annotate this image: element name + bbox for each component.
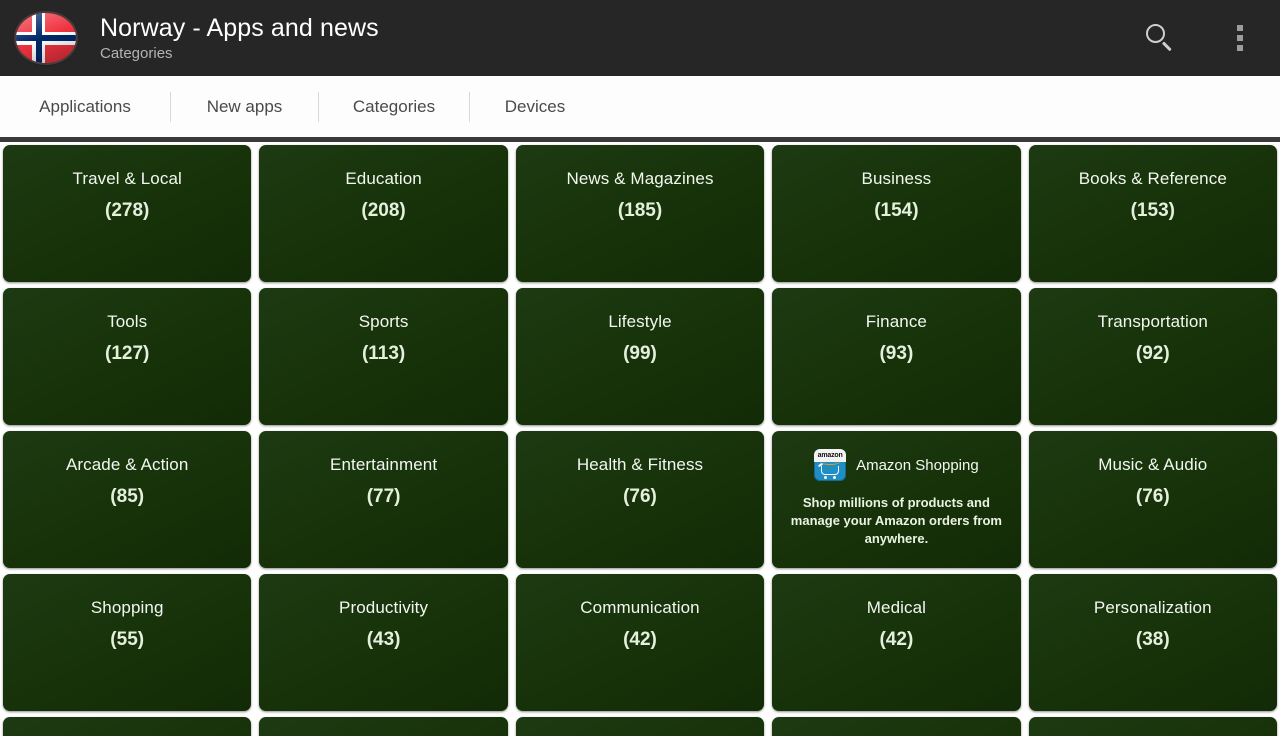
category-tile[interactable]: Music & Audio (76) (1028, 431, 1277, 568)
grid-top-divider (0, 137, 1280, 142)
category-count: (153) (1130, 200, 1175, 221)
header-title-block: Norway - Apps and news Categories (100, 13, 379, 62)
ad-title: Amazon Shopping (856, 456, 979, 474)
amazon-shopping-ad-tile[interactable]: amazon Amazon Shopping Shop millions of … (772, 431, 1021, 568)
tab-applications[interactable]: Applications (0, 76, 170, 137)
category-tile[interactable]: Lifestyle (99) (515, 288, 765, 425)
category-tile[interactable] (1028, 717, 1277, 736)
tab-label: New apps (206, 96, 283, 116)
header-actions (1138, 16, 1280, 60)
category-name: Music & Audio (1098, 455, 1208, 474)
tab-devices[interactable]: Devices (470, 76, 600, 137)
overflow-menu-button[interactable] (1218, 16, 1262, 60)
tab-bar: Applications New apps Categories Devices (0, 76, 1280, 137)
category-tile[interactable]: Communication (42) (515, 574, 765, 711)
category-name: Productivity (339, 598, 429, 617)
page-subtitle: Categories (100, 44, 173, 62)
category-tile[interactable]: Transportation (92) (1028, 288, 1277, 425)
category-name: Personalization (1093, 598, 1212, 617)
tab-label: Devices (504, 96, 566, 116)
category-count: (127) (105, 343, 150, 364)
tab-new-apps[interactable]: New apps (171, 76, 318, 137)
category-count: (92) (1135, 343, 1170, 364)
category-name: Health & Fitness (576, 455, 704, 474)
category-count: (38) (1135, 629, 1170, 650)
tab-categories[interactable]: Categories (319, 76, 469, 137)
category-name: Finance (865, 312, 927, 331)
category-tile[interactable]: Arcade & Action (85) (3, 431, 252, 568)
category-name: Business (861, 169, 932, 188)
category-name: Transportation (1097, 312, 1208, 331)
page-title: Norway - Apps and news (100, 13, 379, 42)
category-name: Tools (107, 312, 148, 331)
category-tile[interactable]: Medical (42) (772, 574, 1021, 711)
category-tile[interactable]: Business (154) (772, 145, 1021, 282)
category-name: Books & Reference (1078, 169, 1227, 188)
category-tile[interactable]: Productivity (43) (259, 574, 508, 711)
category-tile[interactable]: Personalization (38) (1028, 574, 1277, 711)
category-tile-grid: Travel & Local (278) Education (208) New… (0, 143, 1280, 736)
category-tile[interactable] (515, 717, 765, 736)
category-count: (278) (105, 200, 150, 221)
category-count: (55) (110, 629, 145, 650)
amazon-shopping-icon: amazon (814, 449, 847, 481)
category-tile[interactable] (259, 717, 508, 736)
category-count: (76) (1135, 486, 1170, 507)
category-tile[interactable]: Tools (127) (3, 288, 252, 425)
tab-label: Applications (39, 96, 131, 116)
category-tile[interactable]: Finance (93) (772, 288, 1021, 425)
category-count: (208) (361, 200, 406, 221)
category-count: (93) (879, 343, 914, 364)
category-tile[interactable]: Books & Reference (153) (1028, 145, 1277, 282)
category-count: (185) (617, 200, 663, 221)
category-tile[interactable]: Sports (113) (259, 288, 508, 425)
tab-label: Categories (352, 96, 436, 116)
ad-description: Shop millions of products and manage you… (790, 495, 1002, 546)
category-tile[interactable]: Travel & Local (278) (3, 145, 252, 282)
amazon-wordmark: amazon (817, 452, 843, 459)
category-tile[interactable]: News & Magazines (185) (515, 145, 765, 282)
category-name: News & Magazines (566, 169, 714, 188)
search-button[interactable] (1138, 16, 1182, 60)
category-name: Communication (580, 598, 700, 617)
category-count: (85) (110, 486, 145, 507)
category-count: (99) (623, 343, 657, 364)
category-name: Arcade & Action (65, 455, 189, 474)
category-name: Travel & Local (72, 169, 182, 188)
category-count: (42) (879, 629, 914, 650)
norway-flag-icon (16, 13, 76, 63)
ad-header: amazon Amazon Shopping (772, 449, 1020, 481)
category-count: (76) (623, 486, 657, 507)
category-name: Sports (358, 312, 409, 331)
category-tile[interactable]: Shopping (55) (3, 574, 252, 711)
category-tile[interactable]: Education (208) (259, 145, 508, 282)
category-name: Medical (866, 598, 927, 617)
category-count: (77) (366, 486, 401, 507)
app-header: Norway - Apps and news Categories (0, 0, 1280, 76)
search-icon (1145, 23, 1175, 53)
header-left-group: Norway - Apps and news Categories (0, 13, 379, 63)
category-count: (42) (623, 629, 657, 650)
category-name: Education (345, 169, 422, 188)
category-name: Entertainment (330, 455, 438, 474)
category-count: (154) (874, 200, 919, 221)
category-tile[interactable]: Entertainment (77) (259, 431, 508, 568)
category-tile[interactable] (772, 717, 1021, 736)
category-tile[interactable]: Health & Fitness (76) (515, 431, 765, 568)
category-name: Shopping (90, 598, 164, 617)
category-count: (113) (361, 343, 406, 364)
category-count: (43) (366, 629, 401, 650)
category-name: Lifestyle (608, 312, 672, 331)
category-tile[interactable] (3, 717, 252, 736)
overflow-menu-icon (1237, 25, 1243, 51)
